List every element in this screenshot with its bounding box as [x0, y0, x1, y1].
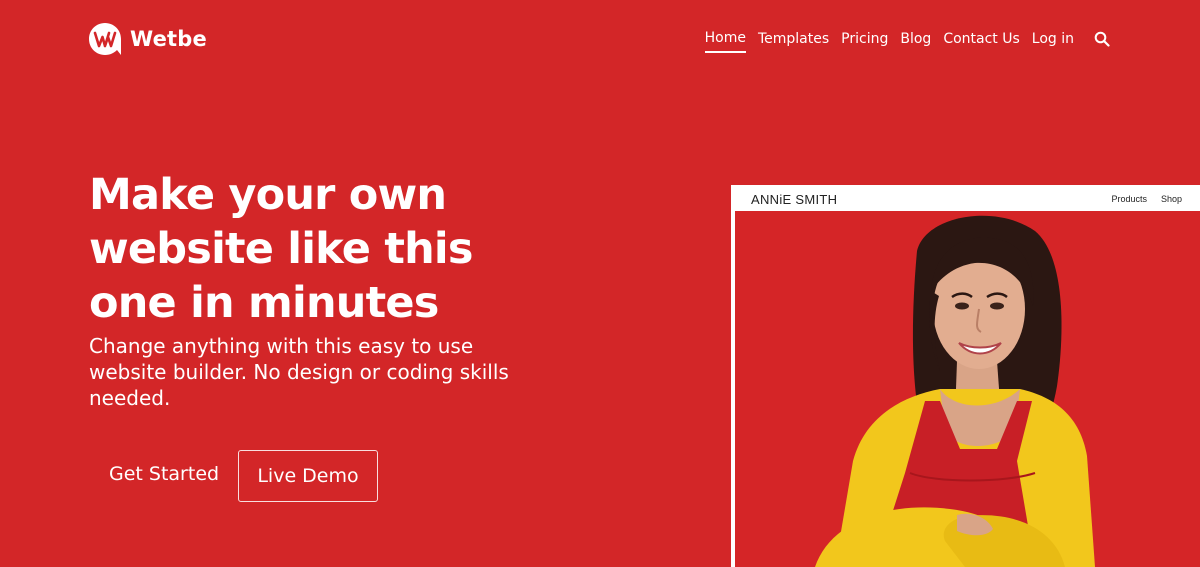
w-logo-icon	[89, 23, 121, 55]
main-nav: Home Templates Pricing Blog Contact Us L…	[704, 29, 1074, 53]
hero-subtitle: Change anything with this easy to use we…	[89, 334, 509, 410]
preview-nav: Products Shop	[1111, 194, 1182, 204]
brand-name: Wetbe	[130, 27, 207, 51]
brand-logo-link[interactable]: Wetbe	[88, 22, 207, 56]
get-started-button[interactable]: Get Started	[109, 463, 219, 485]
nav-item-blog[interactable]: Blog	[900, 30, 931, 52]
nav-item-templates[interactable]: Templates	[758, 30, 829, 52]
preview-site-name: ANNiE SMITH	[751, 192, 838, 207]
nav-item-pricing[interactable]: Pricing	[841, 30, 888, 52]
preview-nav-products: Products	[1111, 194, 1147, 204]
preview-hero-image	[735, 211, 1200, 567]
preview-header: ANNiE SMITH Products Shop	[731, 185, 1200, 211]
nav-item-contact-us[interactable]: Contact Us	[943, 30, 1019, 52]
hero-title-line-3: one in minutes	[89, 278, 439, 328]
preview-nav-shop: Shop	[1160, 194, 1182, 204]
hero-title: Make your own website like this one in m…	[89, 168, 549, 330]
nav-item-home[interactable]: Home	[704, 29, 746, 53]
woman-in-apron-image	[815, 215, 1095, 567]
live-demo-button[interactable]: Live Demo	[238, 450, 378, 502]
site-header: Wetbe Home Templates Pricing Blog Contac…	[0, 0, 1200, 80]
hero-title-line-2: website like this	[89, 224, 473, 274]
search-icon[interactable]	[1094, 31, 1110, 47]
hero-title-line-1: Make your own	[89, 170, 447, 220]
template-preview[interactable]: ANNiE SMITH Products Shop	[731, 185, 1200, 567]
nav-item-log-in[interactable]: Log in	[1032, 30, 1074, 52]
